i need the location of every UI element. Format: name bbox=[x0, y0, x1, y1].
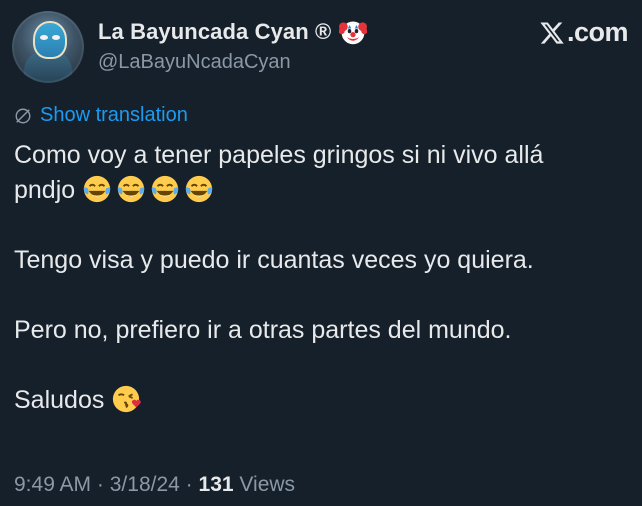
tweet-header: La Bayuncada Cyan ® @LaBayuNcadaCyan .co… bbox=[12, 11, 629, 83]
face-with-tears-of-joy-icon bbox=[83, 175, 111, 203]
tweet-line-5: Saludos bbox=[14, 386, 105, 414]
show-translation-label: Show translation bbox=[40, 104, 188, 126]
face-with-tears-of-joy-icon bbox=[117, 175, 145, 203]
tweet-meta: 9:49 AM · 3/18/24 · 131 Views bbox=[14, 473, 295, 497]
x-brand[interactable]: .com bbox=[539, 17, 629, 48]
views-label: Views bbox=[239, 473, 296, 496]
tweet-line-2: pndjo bbox=[14, 176, 76, 204]
clown-face-icon bbox=[339, 21, 368, 45]
tweet-line-4: Pero no, prefiero ir a otras partes del … bbox=[14, 316, 512, 344]
face-with-tears-of-joy-icon bbox=[185, 175, 213, 203]
author-name-row: La Bayuncada Cyan ® bbox=[98, 18, 368, 46]
face-blowing-a-kiss-icon bbox=[113, 385, 142, 413]
globe-icon bbox=[15, 108, 31, 123]
x-logo-icon bbox=[540, 21, 564, 44]
tweet-date[interactable]: 3/18/24 bbox=[110, 473, 180, 496]
views-count: 131 bbox=[198, 473, 234, 496]
show-translation-link[interactable]: Show translation bbox=[14, 104, 188, 127]
face-with-tears-of-joy-icon bbox=[151, 175, 179, 203]
tweet-line-3: Tengo visa y puedo ir cuantas veces yo q… bbox=[14, 246, 534, 274]
meta-separator: · bbox=[96, 473, 104, 496]
tweet-line-2-row: pndjo bbox=[14, 173, 624, 208]
tweet-time[interactable]: 9:49 AM bbox=[14, 473, 91, 496]
tweet-text: Como voy a tener papeles gringos si ni v… bbox=[14, 138, 624, 418]
avatar-ring bbox=[12, 11, 84, 83]
x-brand-domain: .com bbox=[566, 17, 629, 47]
avatar[interactable] bbox=[12, 11, 84, 83]
author-display-name[interactable]: La Bayuncada Cyan ® bbox=[98, 19, 331, 45]
meta-separator: · bbox=[185, 473, 193, 496]
author-handle[interactable]: @LaBayuNcadaCyan bbox=[98, 51, 291, 74]
tweet-line-1: Como voy a tener papeles gringos si ni v… bbox=[14, 141, 544, 169]
tweet-line-5-row: Saludos bbox=[14, 383, 624, 418]
